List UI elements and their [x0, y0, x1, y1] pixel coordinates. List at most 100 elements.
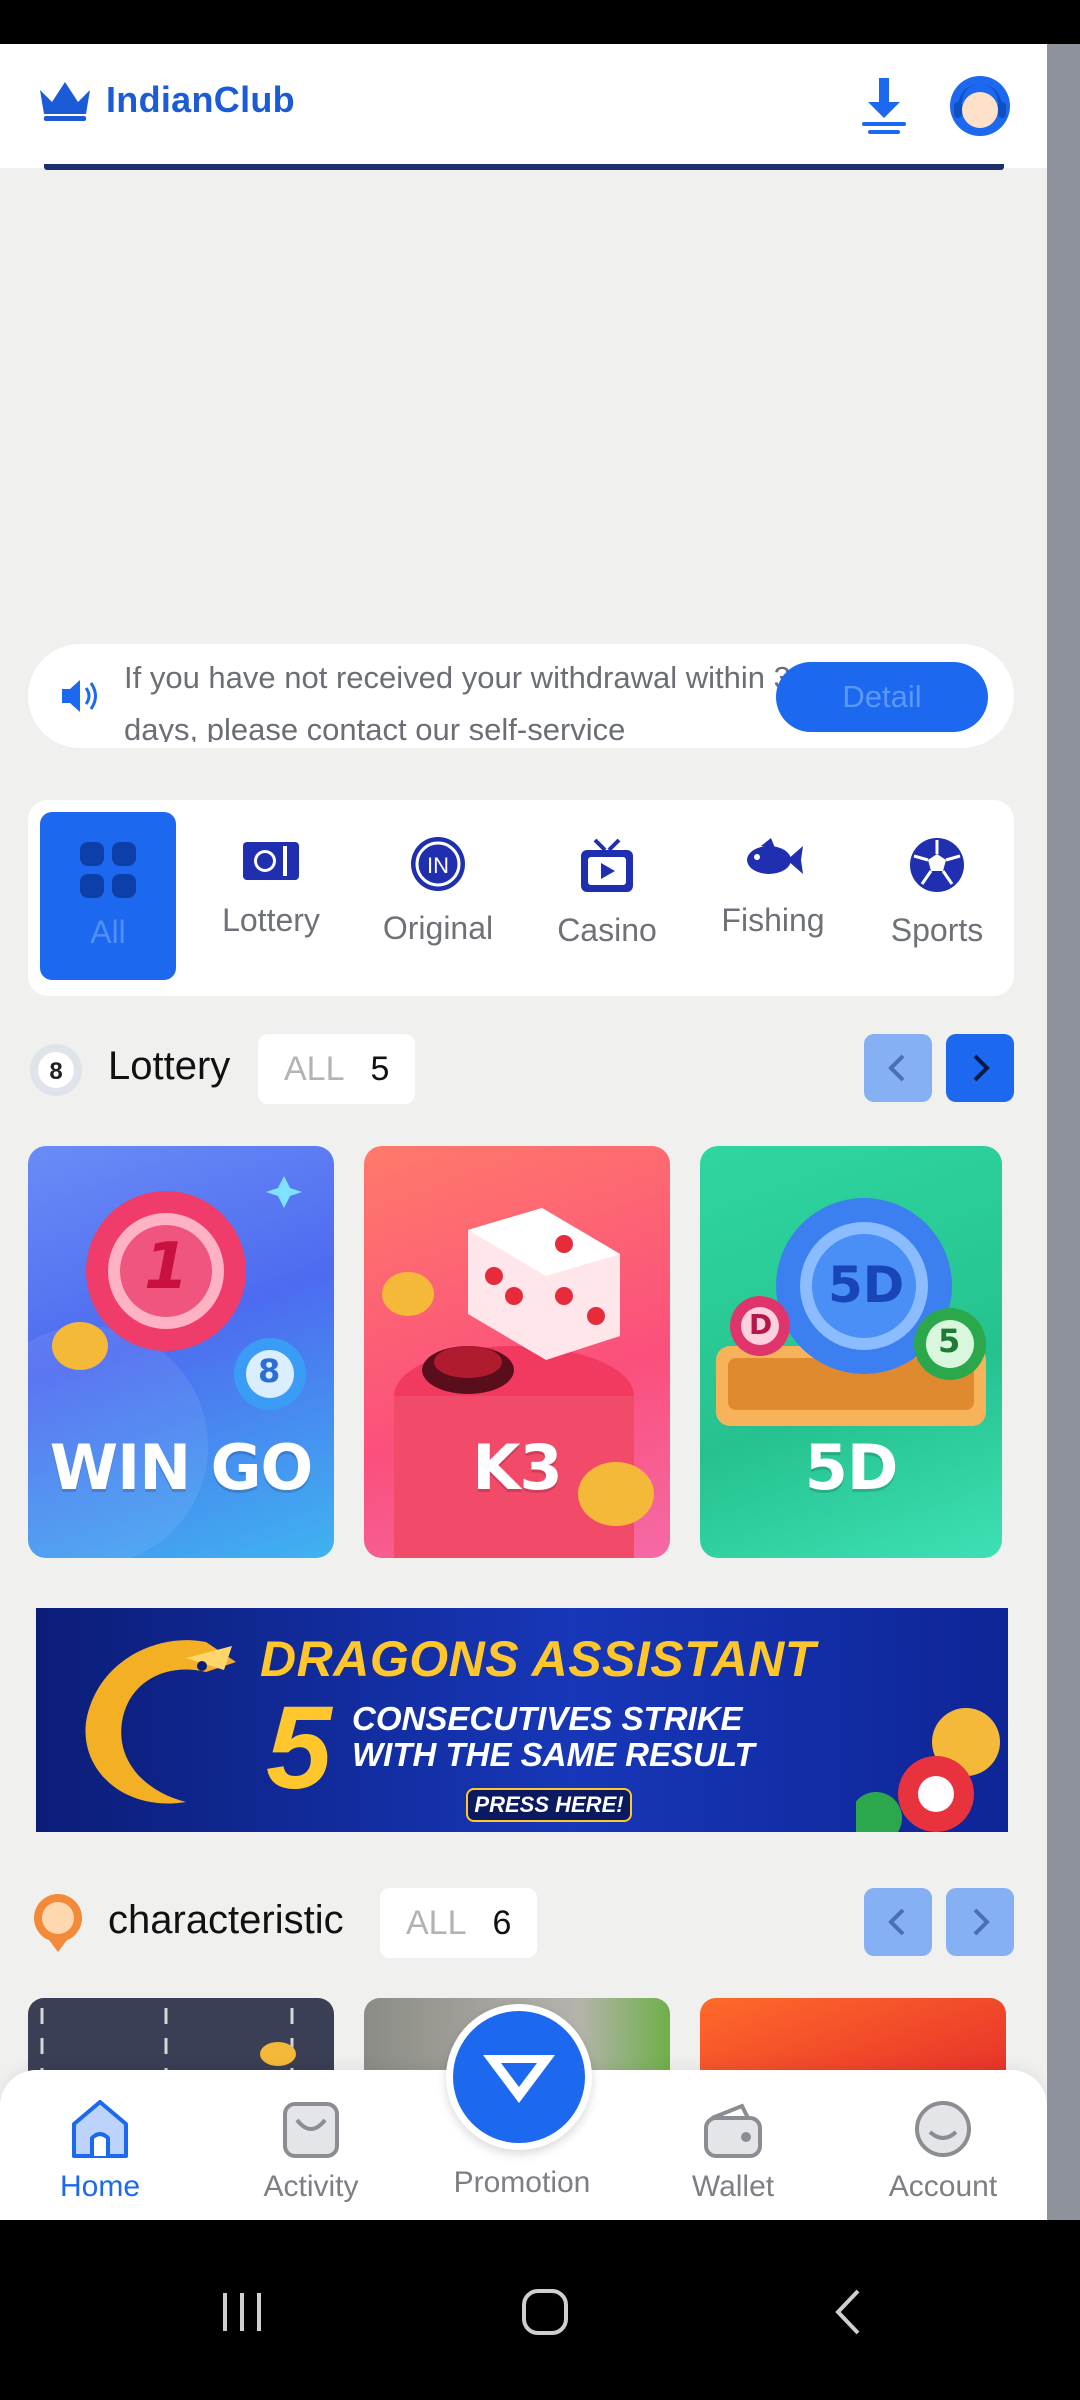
view-all-label: ALL — [406, 1903, 467, 1942]
game-count: 6 — [492, 1903, 512, 1942]
lottery-ball-icon: 8 — [30, 1044, 82, 1096]
chevron-left-icon — [888, 1908, 905, 1936]
tab-label: Wallet — [691, 2170, 775, 2203]
wingo-ball-number: 1 — [144, 1230, 189, 1304]
chevron-right-icon — [973, 1908, 990, 1936]
characteristic-view-all[interactable]: ALL 6 — [380, 1888, 538, 1958]
tab-home[interactable]: Home — [0, 2098, 200, 2204]
promo-line-1: CONSECUTIVES STRIKE — [352, 1700, 743, 1737]
category-original[interactable]: IN Original — [363, 800, 513, 996]
speaker-icon — [62, 680, 97, 712]
crown-icon — [40, 82, 90, 121]
promo-title: DRAGONS ASSISTANT — [260, 1631, 816, 1687]
home-nav-button[interactable] — [505, 2272, 585, 2352]
medal-icon — [34, 1894, 82, 1952]
recent-apps-icon — [223, 2293, 261, 2331]
category-bar: All Lottery IN Original Casino Fishing S… — [28, 800, 1014, 996]
banner-carousel-edge[interactable] — [44, 164, 1004, 170]
app-screen: IndianClub If you have not received your… — [0, 44, 1047, 2220]
category-label: Fishing — [721, 902, 825, 938]
tab-label: Account — [888, 2170, 998, 2203]
section-title: characteristic — [108, 1898, 344, 1942]
lottery-icon — [243, 842, 299, 880]
category-lottery[interactable]: Lottery — [196, 800, 346, 996]
chevron-left-icon — [888, 1054, 905, 1082]
category-all[interactable]: All — [40, 812, 176, 980]
view-all-label: ALL — [284, 1049, 345, 1088]
download-button[interactable] — [852, 72, 916, 136]
category-label: Casino — [557, 912, 657, 948]
promo-press-here-button[interactable]: PRESS HERE! — [466, 1788, 632, 1822]
tab-account[interactable]: Account — [843, 2098, 1043, 2204]
5d-small-ball-letter: D — [749, 1308, 773, 1341]
notice-text: If you have not received your withdrawal… — [124, 660, 791, 742]
diamond-icon — [483, 2055, 555, 2103]
notice-detail-button[interactable]: Detail — [776, 662, 988, 732]
notice-bar: If you have not received your withdrawal… — [28, 644, 1014, 748]
tab-label: Activity — [263, 2170, 359, 2203]
game-card-k3[interactable]: K3 — [364, 1146, 670, 1558]
home-nav-icon — [522, 2289, 568, 2335]
svg-text:IN: IN — [427, 853, 449, 878]
promotion-fab-button[interactable] — [446, 2004, 592, 2150]
game-name: WIN GO — [49, 1431, 314, 1504]
back-icon — [835, 2289, 860, 2335]
promo-line-2: WITH THE SAME RESULT — [352, 1736, 755, 1773]
brand-name: IndianClub — [106, 79, 295, 120]
fish-icon — [747, 838, 803, 874]
section-title: Lottery — [108, 1044, 231, 1088]
svg-text:8: 8 — [49, 1058, 62, 1085]
home-icon — [72, 2100, 128, 2158]
original-icon: IN — [411, 837, 465, 891]
lottery-prev-button[interactable] — [864, 1034, 932, 1102]
category-label: Sports — [890, 912, 984, 948]
chevron-right-icon — [973, 1054, 990, 1082]
game-name: 5D — [804, 1431, 899, 1504]
dragons-assistant-banner[interactable]: DRAGONS ASSISTANT 5 CONSECUTIVES STRIKE … — [36, 1608, 1008, 1832]
tab-activity[interactable]: Activity — [211, 2098, 411, 2204]
category-label: Lottery — [222, 902, 320, 938]
characteristic-prev-button[interactable] — [864, 1888, 932, 1956]
wingo-small-ball-number: 8 — [258, 1352, 281, 1390]
tab-promotion[interactable]: Promotion — [422, 2156, 622, 2200]
brand-logo[interactable]: IndianClub — [36, 78, 295, 122]
5d-ball-label: 5D — [828, 1256, 905, 1314]
5d-small-ball-number: 5 — [938, 1322, 961, 1360]
promotion-fab-inner — [453, 2011, 585, 2143]
characteristic-next-button[interactable] — [946, 1888, 1014, 1956]
soccer-ball-icon — [910, 838, 964, 892]
category-label: All — [90, 914, 126, 950]
tab-wallet[interactable]: Wallet — [633, 2098, 833, 2204]
lottery-balls-art — [856, 1708, 1000, 1832]
category-fishing[interactable]: Fishing — [698, 800, 848, 996]
game-name: K3 — [472, 1431, 562, 1504]
back-nav-button[interactable] — [808, 2272, 888, 2352]
scrollbar[interactable] — [1047, 44, 1080, 2220]
customer-service-icon — [950, 76, 1010, 136]
tab-label: Home — [59, 2170, 141, 2203]
game-count: 5 — [370, 1049, 390, 1088]
app-header: IndianClub — [0, 44, 1047, 168]
category-sports[interactable]: Sports — [862, 800, 1012, 996]
activity-bag-icon — [283, 2102, 339, 2158]
game-card-wingo[interactable]: 1 8 WIN GO — [28, 1146, 334, 1558]
category-label: Original — [382, 910, 494, 946]
promo-number: 5 — [266, 1682, 332, 1814]
account-icon — [915, 2101, 971, 2157]
lottery-section-header: 8 Lottery ALL 5 — [28, 1034, 1014, 1104]
lottery-view-all[interactable]: ALL 5 — [258, 1034, 416, 1104]
system-navigation-bar — [0, 2220, 1080, 2400]
lottery-next-button[interactable] — [946, 1034, 1014, 1102]
grid-icon — [80, 842, 136, 898]
game-card-5d[interactable]: 5D 5 D 5D — [700, 1146, 1002, 1558]
customer-service-button[interactable] — [946, 72, 1014, 136]
status-bar — [0, 0, 1080, 44]
characteristic-section-header: characteristic ALL 6 — [28, 1888, 1014, 1958]
wallet-icon — [704, 2103, 762, 2158]
casino-tv-icon — [581, 838, 633, 892]
download-icon — [862, 78, 906, 134]
category-casino[interactable]: Casino — [532, 800, 682, 996]
tab-label: Promotion — [453, 2166, 591, 2199]
dragon-logo-icon — [85, 1640, 236, 1804]
recent-apps-button[interactable] — [202, 2272, 282, 2352]
